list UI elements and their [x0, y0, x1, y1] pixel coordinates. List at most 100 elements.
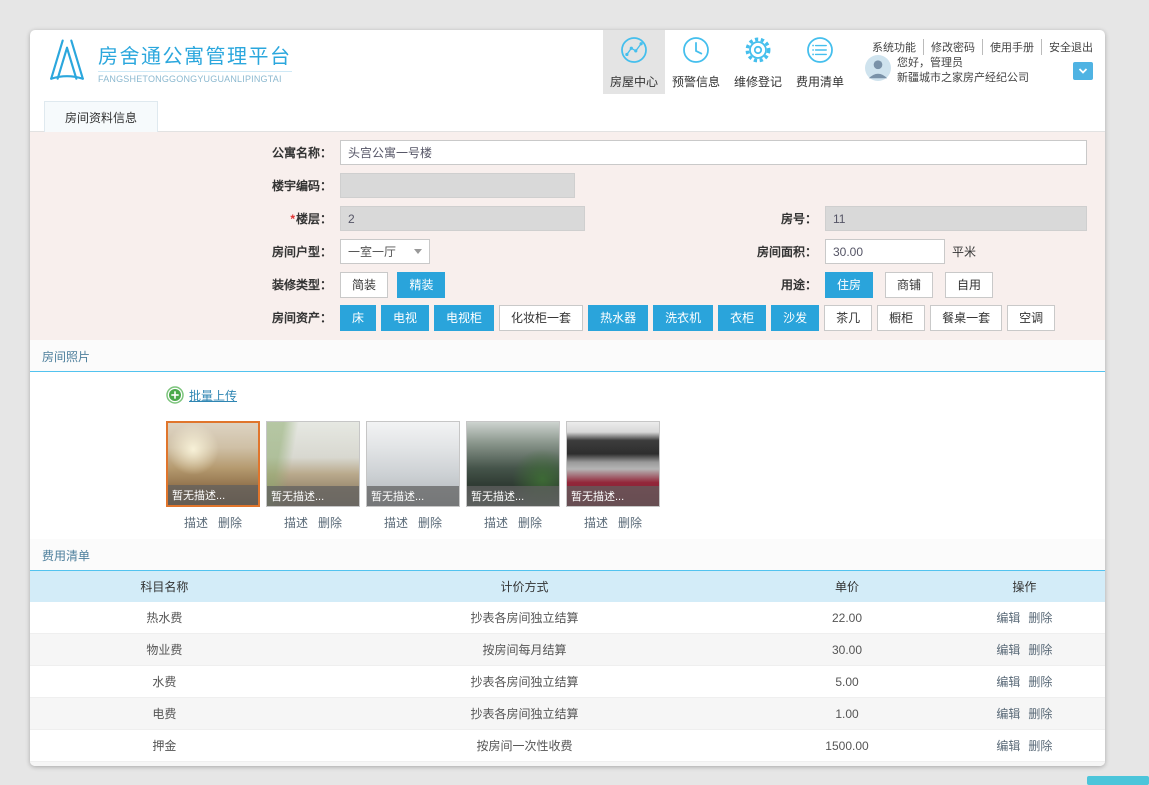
fee-table: 科目名称 计价方式 单价 操作 热水费 抄表各房间独立结算 22.00 编辑 删除…: [30, 571, 1105, 766]
decoration-option-simple[interactable]: 简装: [340, 271, 389, 298]
room-area-input[interactable]: [825, 239, 945, 264]
asset-option-sofa[interactable]: 沙发: [771, 304, 820, 331]
photo-delete-link[interactable]: 删除: [418, 514, 442, 531]
photo-thumbnail[interactable]: 暂无描述...: [566, 421, 660, 507]
decoration-label: 装修类型：: [271, 278, 332, 292]
photo-thumbnail[interactable]: 暂无描述...: [366, 421, 460, 507]
page-background: 房舍通公寓管理平台 FANGSHETONGGONGYUGUANLIPINGTAI: [0, 0, 1149, 785]
fee-price: 1500.00: [750, 729, 944, 762]
photo-item: 暂无描述... 描述 删除: [166, 421, 260, 531]
link-change-password[interactable]: 修改密码: [924, 39, 983, 55]
fee-price: 1500.00: [750, 761, 944, 766]
logo-text: 房舍通公寓管理平台 FANGSHETONGGONGYUGUANLIPINGTAI: [98, 40, 292, 84]
apartment-name-input[interactable]: [340, 140, 1087, 165]
form-row-building-code: 楼宇编码：: [30, 169, 1105, 202]
photo-caption: 暂无描述...: [567, 486, 659, 506]
fee-edit-link[interactable]: 编辑: [996, 641, 1020, 658]
room-no-input[interactable]: [825, 206, 1087, 231]
nav-item-fee-list[interactable]: 费用清单: [789, 30, 851, 94]
user-avatar[interactable]: [865, 55, 891, 86]
photo-describe-link[interactable]: 描述: [184, 514, 208, 531]
fees-section-title: 费用清单: [30, 539, 1105, 571]
fee-delete-link[interactable]: 删除: [1028, 705, 1052, 722]
photo-caption: 暂无描述...: [467, 486, 559, 506]
fee-edit-link[interactable]: 编辑: [996, 737, 1020, 754]
photo-thumbnail[interactable]: 暂无描述...: [266, 421, 360, 507]
column-header-actions: 操作: [943, 571, 1105, 602]
link-system-functions[interactable]: 系统功能: [865, 39, 924, 55]
fee-method: 抄表各房间独立结算: [298, 697, 751, 730]
photo-thumbnail[interactable]: 暂无描述...: [466, 421, 560, 507]
tab-room-info[interactable]: 房间资料信息: [44, 101, 159, 132]
usage-option-self-use[interactable]: 自用: [945, 271, 994, 298]
usage-option-shop[interactable]: 商铺: [885, 271, 934, 298]
fee-name: 房租: [30, 761, 299, 766]
fee-delete-link[interactable]: 删除: [1028, 641, 1052, 658]
fee-method: 按房间一次性收费: [298, 729, 751, 762]
photo-describe-link[interactable]: 描述: [384, 514, 408, 531]
asset-option-washer[interactable]: 洗衣机: [653, 304, 714, 331]
asset-option-wardrobe[interactable]: 衣柜: [718, 304, 767, 331]
building-code-label: 楼宇编码：: [271, 179, 332, 193]
person-icon: [865, 55, 891, 81]
fee-edit-link[interactable]: 编辑: [996, 673, 1020, 690]
photo-delete-link[interactable]: 删除: [618, 514, 642, 531]
app-subtitle: FANGSHETONGGONGYUGUANLIPINGTAI: [98, 74, 282, 84]
nav-item-maintenance[interactable]: 维修登记: [727, 30, 789, 94]
floor-label: *楼层：: [290, 212, 332, 226]
asset-option-tv-stand[interactable]: 电视柜: [434, 304, 495, 331]
usage-option-residence[interactable]: 住房: [825, 271, 874, 298]
photo-delete-link[interactable]: 删除: [318, 514, 342, 531]
nav-item-warning-info[interactable]: 预警信息: [665, 30, 727, 94]
photo-item: 暂无描述... 描述 删除: [366, 421, 460, 531]
fee-table-row: 房租 按房间每月结算 1500.00 编辑删除: [30, 761, 1105, 766]
fee-price: 22.00: [750, 602, 944, 634]
photo-thumbnail[interactable]: 暂无描述...: [166, 421, 260, 507]
asset-option-bed[interactable]: 床: [340, 304, 377, 331]
user-company: 新疆城市之家房产经纪公司: [897, 71, 1029, 84]
asset-option-water-heater[interactable]: 热水器: [588, 304, 649, 331]
nav-item-house-center[interactable]: 房屋中心: [603, 30, 665, 94]
user-dropdown-button[interactable]: [1073, 61, 1093, 80]
photos-section-title: 房间照片: [30, 340, 1105, 372]
batch-upload-label: 批量上传: [189, 388, 238, 403]
link-user-manual[interactable]: 使用手册: [983, 39, 1042, 55]
logo: 房舍通公寓管理平台 FANGSHETONGGONGYUGUANLIPINGTAI: [44, 30, 292, 94]
form-row-floor-roomno: *楼层： 房号：: [30, 202, 1105, 235]
fee-edit-link[interactable]: 编辑: [996, 609, 1020, 626]
photo-describe-link[interactable]: 描述: [284, 514, 308, 531]
fee-method: 抄表各房间独立结算: [298, 602, 751, 634]
photo-caption: 暂无描述...: [267, 486, 359, 506]
floor-input[interactable]: [340, 206, 585, 231]
asset-option-dresser[interactable]: 化妆柜一套: [499, 304, 584, 331]
batch-upload-link[interactable]: 批量上传: [166, 386, 237, 404]
fee-delete-link[interactable]: 删除: [1028, 609, 1052, 626]
fee-method: 抄表各房间独立结算: [298, 665, 751, 698]
fee-delete-link[interactable]: 删除: [1028, 737, 1052, 754]
photo-delete-link[interactable]: 删除: [518, 514, 542, 531]
asset-option-cabinet[interactable]: 橱柜: [877, 304, 926, 331]
fee-price: 5.00: [750, 665, 944, 698]
fee-price: 30.00: [750, 633, 944, 666]
room-type-select[interactable]: 一室一厅: [340, 239, 430, 264]
fee-delete-link[interactable]: 删除: [1028, 673, 1052, 690]
asset-option-dining-table[interactable]: 餐桌一套: [930, 304, 1003, 331]
building-code-input[interactable]: [340, 173, 575, 198]
room-area-label: 房间面积：: [756, 245, 817, 259]
asset-option-air-conditioner[interactable]: 空调: [1007, 304, 1056, 331]
list-icon: [804, 34, 836, 71]
column-header-pricing-method: 计价方式: [298, 571, 751, 602]
asset-option-tv[interactable]: 电视: [381, 304, 430, 331]
gear-icon: [742, 34, 774, 71]
photo-describe-link[interactable]: 描述: [584, 514, 608, 531]
column-header-subject: 科目名称: [30, 571, 299, 602]
photo-describe-link[interactable]: 描述: [484, 514, 508, 531]
decoration-option-refined[interactable]: 精装: [397, 271, 446, 298]
horizontal-scrollbar[interactable]: [1087, 776, 1149, 785]
fee-table-row: 押金 按房间一次性收费 1500.00 编辑 删除: [30, 729, 1105, 762]
fee-edit-link[interactable]: 编辑: [996, 705, 1020, 722]
asset-option-tea-table[interactable]: 茶几: [824, 304, 873, 331]
link-logout[interactable]: 安全退出: [1042, 39, 1093, 55]
photo-delete-link[interactable]: 删除: [218, 514, 242, 531]
fee-method: 按房间每月结算: [298, 633, 751, 666]
